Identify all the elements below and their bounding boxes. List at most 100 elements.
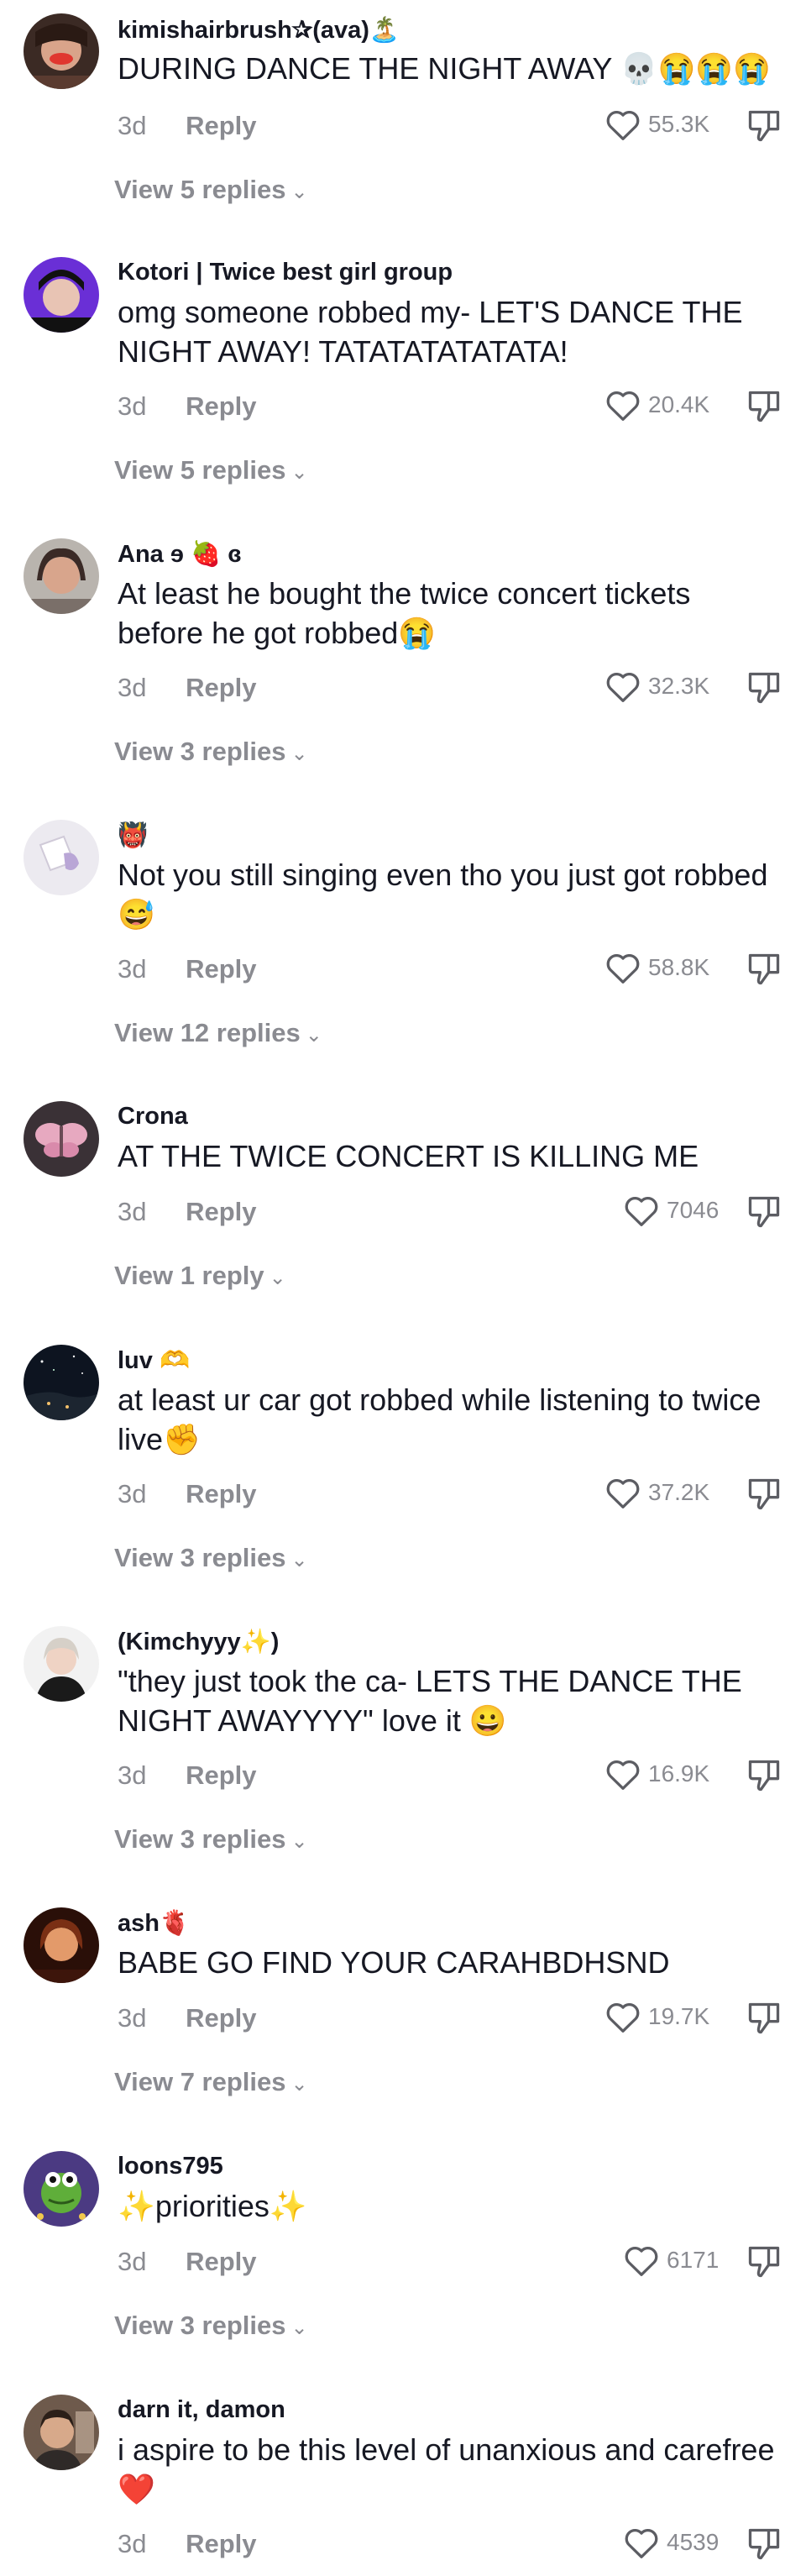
dislike-button[interactable] [746,669,782,706]
comment-meta: 3d Reply [118,1760,257,1791]
heart-outline-icon [606,111,640,140]
heart-outline-icon [625,2247,658,2276]
comment-meta: 3d Reply [118,111,257,141]
view-replies-label: View 5 replies [114,175,286,204]
reply-button[interactable]: Reply [186,954,256,984]
like-count: 20.4K [648,391,710,417]
view-replies-button[interactable]: View 3 replies ⌄ [114,2311,308,2341]
view-replies-label: View 5 replies [114,455,286,485]
like-count: 55.3K [648,111,710,137]
avatar[interactable] [24,820,99,895]
like-button[interactable]: 37.2K [604,1476,709,1509]
thumbs-down-icon [748,391,780,422]
comment-username[interactable]: Kotori | Twice best girl group [118,259,453,286]
comment-username[interactable]: ash🫀 [118,1909,190,1938]
comment-text: DURING DANCE THE NIGHT AWAY 💀😭😭😭 [118,51,772,86]
dislike-button[interactable] [746,388,782,425]
comment-age: 3d [118,2529,147,2558]
chevron-down-icon: ⌄ [290,2073,308,2096]
thumbs-down-icon [748,1196,780,1228]
comment-username[interactable]: luv 🫶 [118,1346,190,1375]
view-replies-button[interactable]: View 12 replies ⌄ [114,1018,322,1048]
chevron-down-icon: ⌄ [290,181,308,203]
dislike-button[interactable] [746,2000,782,2037]
view-replies-button[interactable]: View 3 replies ⌄ [114,737,308,767]
dislike-button[interactable] [746,1757,782,1794]
like-button[interactable]: 20.4K [604,388,709,422]
comment-username[interactable]: Ana ɘ 🍓 ɞ [118,540,242,569]
reply-button[interactable]: Reply [186,2003,256,2033]
comment-meta: 3d Reply [118,2529,257,2559]
comment-age: 3d [118,1760,147,1790]
like-button[interactable]: 58.8K [604,951,709,984]
avatar[interactable] [24,2395,99,2470]
view-replies-button[interactable]: View 7 replies ⌄ [114,2067,308,2097]
chevron-down-icon: ⌄ [290,1549,308,1571]
avatar[interactable] [24,1907,99,1983]
like-button[interactable]: 4539 [623,2526,719,2559]
avatar[interactable] [24,257,99,333]
comment-username[interactable]: (Kimchyyy✨) [118,1628,279,1656]
like-button[interactable]: 6171 [623,2243,719,2277]
comment-text: BABE GO FIND YOUR CARAHBDHSND [118,1945,670,1980]
comment-age: 3d [118,391,147,421]
view-replies-button[interactable]: View 3 replies ⌄ [114,1543,308,1573]
dislike-button[interactable] [746,2243,782,2280]
comment-username[interactable]: Crona [118,1103,188,1131]
view-replies-button[interactable]: View 5 replies ⌄ [114,175,308,205]
view-replies-label: View 3 replies [114,737,286,766]
like-button[interactable]: 19.7K [604,2000,709,2033]
comment-text: ✨priorities✨ [118,2189,307,2223]
like-count: 7046 [667,1197,720,1223]
dislike-button[interactable] [746,2526,782,2563]
comment-username[interactable]: loons795 [118,2153,223,2180]
comment-age: 3d [118,954,147,984]
reply-button[interactable]: Reply [186,1197,256,1226]
like-button[interactable]: 55.3K [604,108,709,141]
reply-button[interactable]: Reply [186,1760,256,1790]
reply-button[interactable]: Reply [186,111,256,140]
reply-button[interactable]: Reply [186,2247,256,2276]
comment-text: At least he bought the twice concert tic… [118,576,691,650]
avatar[interactable] [24,13,99,89]
dislike-button[interactable] [746,1194,782,1230]
reply-button[interactable]: Reply [186,391,256,421]
view-replies-button[interactable]: View 1 reply ⌄ [114,1261,286,1291]
view-replies-button[interactable]: View 3 replies ⌄ [114,1824,308,1855]
comment-meta: 3d Reply [118,1479,257,1509]
like-button[interactable]: 16.9K [604,1757,709,1791]
avatar[interactable] [24,2151,99,2227]
comment-username[interactable]: darn it, damon [118,2396,285,2424]
dislike-button[interactable] [746,108,782,144]
avatar[interactable] [24,1101,99,1177]
reply-button[interactable]: Reply [186,1479,256,1508]
thumbs-down-icon [748,2002,780,2034]
heart-outline-icon [606,2003,640,2033]
heart-outline-icon [606,391,640,421]
thumbs-down-icon [748,2528,780,2560]
comment-text: at least ur car got robbed while listeni… [118,1382,762,1456]
comment-username[interactable]: 👹 [118,821,148,850]
like-button[interactable]: 7046 [623,1194,719,1227]
avatar[interactable] [24,1626,99,1702]
view-replies-label: View 12 replies [114,1018,301,1047]
comment-meta: 3d Reply [118,391,257,422]
chevron-down-icon: ⌄ [290,2316,308,2339]
like-button[interactable]: 32.3K [604,669,709,703]
avatar[interactable] [24,538,99,614]
reply-button[interactable]: Reply [186,673,256,702]
dislike-button[interactable] [746,1476,782,1513]
reply-button[interactable]: Reply [186,2529,256,2558]
dislike-button[interactable] [746,951,782,988]
like-count: 19.7K [648,2003,710,2029]
view-replies-button[interactable]: View 5 replies ⌄ [114,455,308,485]
heart-outline-icon [606,1479,640,1508]
like-count: 32.3K [648,673,710,699]
heart-outline-icon [606,673,640,702]
heart-outline-icon [625,1197,658,1226]
comment-username[interactable]: kimishairbrush✰(ava)🏝️ [118,15,400,45]
heart-outline-icon [606,954,640,984]
comment-meta: 3d Reply [118,1197,257,1227]
comment-age: 3d [118,2247,147,2276]
avatar[interactable] [24,1345,99,1420]
